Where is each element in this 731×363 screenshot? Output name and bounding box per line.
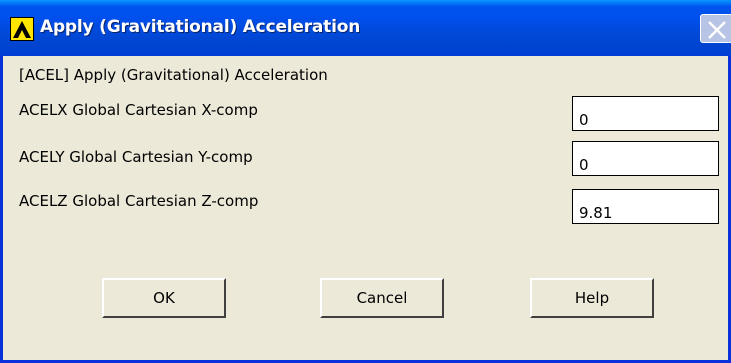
acelz-label: ACELZ Global Cartesian Z-comp <box>19 192 259 210</box>
ok-button[interactable]: OK <box>102 278 226 318</box>
acely-label: ACELY Global Cartesian Y-comp <box>19 148 253 166</box>
window-title: Apply (Gravitational) Acceleration <box>40 17 361 37</box>
ansys-logo-icon <box>10 17 34 41</box>
dialog-content: [ACEL] Apply (Gravitational) Acceleratio… <box>3 56 728 360</box>
command-header: [ACEL] Apply (Gravitational) Acceleratio… <box>19 66 328 84</box>
close-button[interactable] <box>700 14 731 43</box>
acelx-input[interactable] <box>572 96 719 131</box>
dialog-window: Apply (Gravitational) Acceleration [ACEL… <box>0 0 731 363</box>
acelx-label: ACELX Global Cartesian X-comp <box>19 101 258 119</box>
acelz-input[interactable] <box>572 189 719 224</box>
title-bar[interactable]: Apply (Gravitational) Acceleration <box>0 0 731 56</box>
cancel-button[interactable]: Cancel <box>320 278 444 318</box>
help-button[interactable]: Help <box>530 278 654 318</box>
acely-input[interactable] <box>572 141 719 176</box>
